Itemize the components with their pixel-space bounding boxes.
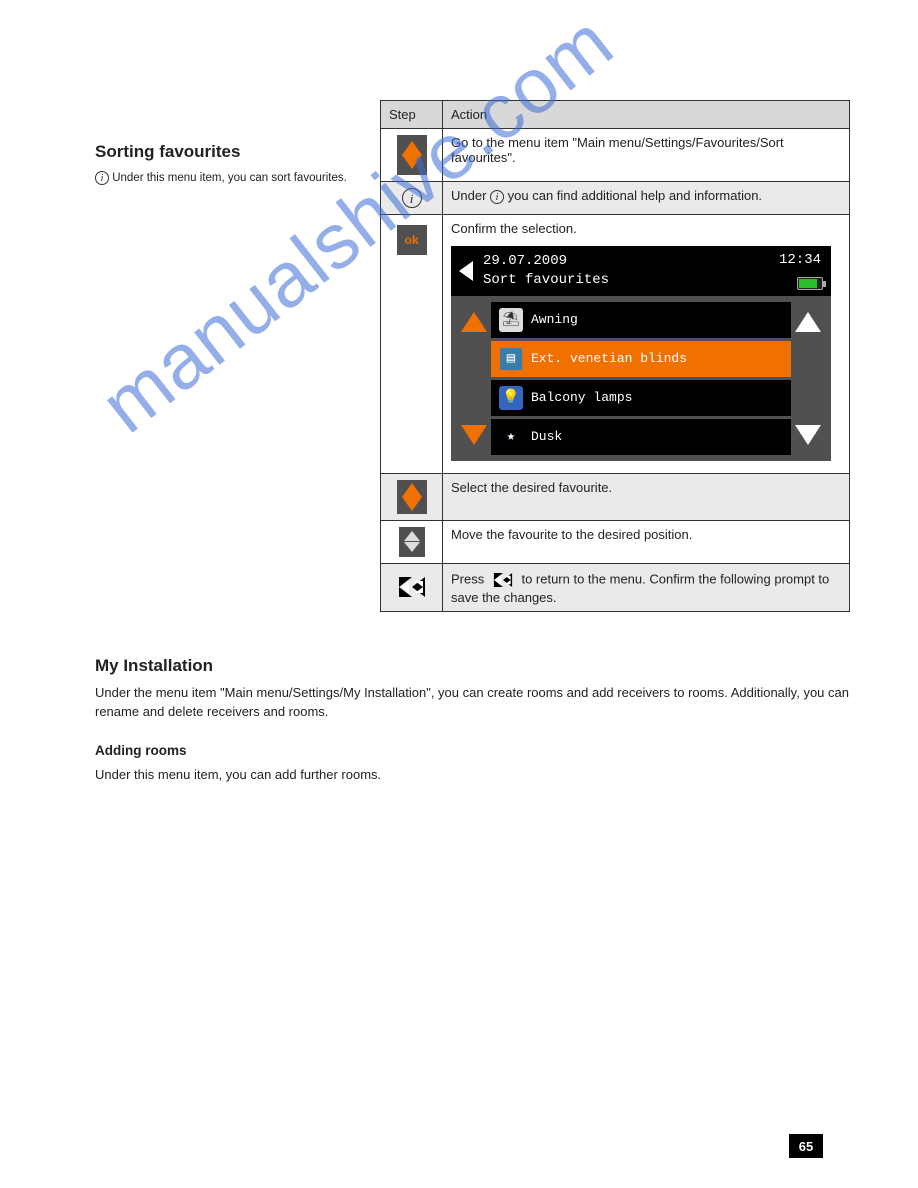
table-row: Press to return to the menu. Confirm the…	[381, 563, 850, 611]
device-date: 29.07.2009	[483, 253, 567, 269]
step-text: Under i you can find additional help and…	[443, 182, 850, 215]
move-down-icon[interactable]	[461, 425, 487, 445]
favourites-list: ⛱ Awning ▤ Ext. venetian blinds 💡	[491, 302, 791, 455]
list-item[interactable]: ▤ Ext. venetian blinds	[491, 341, 791, 377]
heading-sort-favourites: Sorting favourites	[95, 140, 380, 164]
device-time: 12:34	[779, 252, 821, 268]
battery-icon	[797, 277, 823, 290]
step-text: Go to the menu item "Main menu/Settings/…	[443, 129, 850, 182]
table-row: Go to the menu item "Main menu/Settings/…	[381, 129, 850, 182]
lamp-icon: 💡	[499, 386, 523, 410]
move-arrows-left[interactable]	[457, 302, 491, 455]
table-header-row: Step Action	[381, 101, 850, 129]
steps-table: Step Action Go to the menu item "Main me…	[380, 100, 850, 612]
item-label: Awning	[531, 312, 578, 327]
move-up-icon[interactable]	[461, 312, 487, 332]
updown-button-icon	[397, 480, 427, 514]
scroll-up-icon[interactable]	[795, 312, 821, 332]
list-item[interactable]: ⛱ Awning	[491, 302, 791, 338]
hint-text: Under this menu item, you can sort favou…	[112, 172, 347, 184]
step-text: Press to return to the menu. Confirm the…	[443, 563, 850, 611]
col-step: Step	[381, 101, 443, 129]
list-item[interactable]: 💡 Balcony lamps	[491, 380, 791, 416]
table-row: ok Confirm the selection. 29.07.2009 Sor…	[381, 215, 850, 474]
info-icon: i	[402, 188, 422, 208]
page-content: Sorting favourites i Under this menu ite…	[95, 100, 850, 793]
table-row: i Under i you can find additional help a…	[381, 182, 850, 215]
table-row: Select the desired favourite.	[381, 473, 850, 520]
item-label: Dusk	[531, 429, 562, 444]
scroll-arrows-right[interactable]	[791, 302, 825, 455]
back-icon	[494, 573, 512, 587]
page-number: 65	[789, 1134, 823, 1158]
step-text: Confirm the selection.	[451, 221, 841, 236]
star-icon: ★	[499, 425, 523, 449]
scroll-down-icon[interactable]	[795, 425, 821, 445]
subheading-adding-rooms: Adding rooms	[95, 743, 850, 758]
step-text: Move the favourite to the desired positi…	[443, 520, 850, 563]
info-icon: i	[95, 171, 109, 185]
section-hint: i Under this menu item, you can sort fav…	[95, 170, 380, 186]
ok-button-icon: ok	[397, 225, 427, 255]
back-icon	[399, 577, 425, 597]
item-label: Balcony lamps	[531, 390, 632, 405]
awning-icon: ⛱	[499, 308, 523, 332]
page-footer: 65	[0, 1134, 918, 1158]
updown-button-icon	[397, 135, 427, 175]
heading-my-installation: My Installation	[95, 656, 850, 676]
info-icon: i	[490, 190, 504, 204]
list-item[interactable]: ★ Dusk	[491, 419, 791, 455]
grey-updown-icon	[399, 527, 425, 557]
table-row: Move the favourite to the desired positi…	[381, 520, 850, 563]
item-label: Ext. venetian blinds	[531, 351, 687, 366]
step-text: Select the desired favourite.	[443, 473, 850, 520]
device-back-icon[interactable]	[459, 261, 473, 281]
device-screen: 29.07.2009 Sort favourites 12:34	[451, 246, 831, 461]
my-installation-text: Under the menu item "Main menu/Settings/…	[95, 684, 850, 722]
blinds-icon: ▤	[499, 347, 523, 371]
device-title: Sort favourites	[483, 272, 609, 288]
adding-rooms-text: Under this menu item, you can add furthe…	[95, 766, 850, 785]
col-action: Action	[443, 101, 850, 129]
